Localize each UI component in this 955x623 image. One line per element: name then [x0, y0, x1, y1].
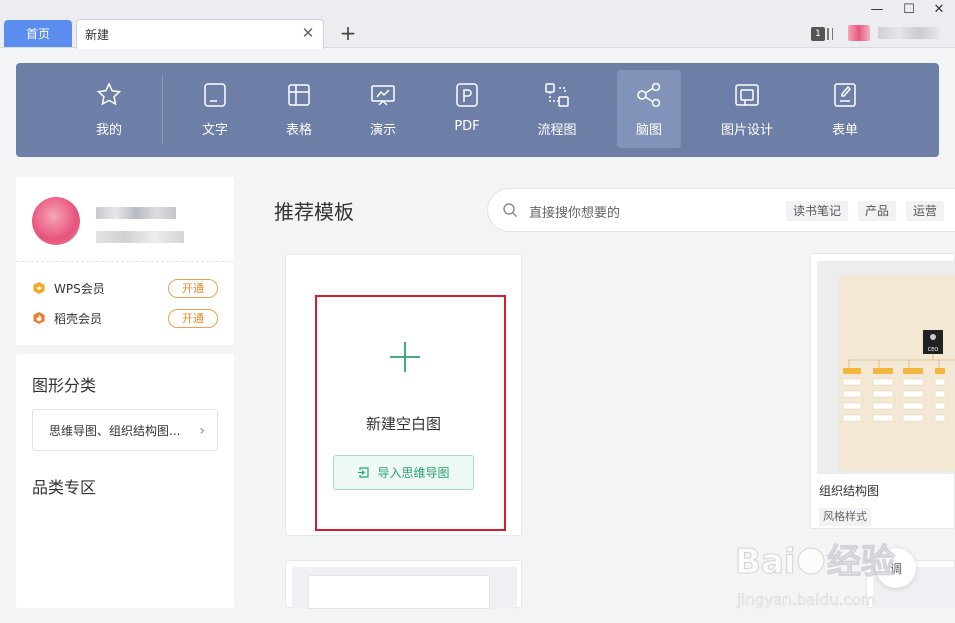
- category-select-value: 思维导图、组织结构图...: [49, 423, 181, 438]
- profile-card: WPS会员 开通 稻壳会员 开通: [16, 177, 234, 345]
- form-icon: [834, 83, 856, 107]
- title-bar: 首页 新建 ✕ + 1 — ☐ ✕: [0, 0, 955, 49]
- minimize-icon[interactable]: —: [870, 2, 884, 17]
- svg-text:jingyan.baidu.com: jingyan.baidu.com: [736, 591, 875, 609]
- presentation-icon: [371, 85, 395, 106]
- chevron-right-icon: ›: [199, 423, 205, 439]
- floating-action-button[interactable]: 调: [876, 548, 916, 588]
- tool-presentation-label: 演示: [369, 123, 396, 138]
- docer-member-open-button[interactable]: 开通: [168, 309, 218, 328]
- search-placeholder: 直接搜你想要的: [529, 206, 621, 221]
- template-card-partial[interactable]: [285, 560, 522, 609]
- tool-flowchart[interactable]: 流程图: [525, 70, 589, 148]
- tool-flowchart-label: 流程图: [537, 123, 577, 138]
- flowchart-icon: [545, 83, 569, 107]
- window-count: 1: [811, 27, 825, 41]
- app-toolbar: 我的 文字 表格 演示 PDF 流程图 脑图 图片设计 表单: [16, 63, 939, 157]
- template-thumbnail: CEO: [817, 261, 955, 474]
- user-name-blurred: [878, 27, 940, 39]
- category-title: 图形分类: [32, 376, 97, 395]
- toolbar-divider: [162, 75, 163, 145]
- tool-writer-label: 文字: [201, 123, 228, 138]
- tool-pdf[interactable]: PDF: [435, 70, 499, 148]
- maximize-icon[interactable]: ☐: [902, 2, 916, 17]
- tab-close-icon[interactable]: ✕: [301, 26, 315, 41]
- tool-mine[interactable]: 我的: [77, 70, 141, 148]
- profile-divider: [16, 261, 234, 262]
- search-icon: [503, 203, 517, 217]
- tool-image-design-label: 图片设计: [720, 123, 773, 138]
- tab-home[interactable]: 首页: [4, 20, 72, 47]
- highlight-box: [315, 295, 506, 531]
- category-select[interactable]: 思维导图、组织结构图... ›: [32, 409, 218, 451]
- tool-sheet-label: 表格: [285, 123, 312, 138]
- username-blurred: [96, 207, 176, 219]
- add-tab-icon[interactable]: +: [338, 22, 358, 44]
- search-tag[interactable]: 产品: [858, 201, 897, 221]
- svg-text:Bai: Bai: [735, 542, 796, 582]
- tool-form-label: 表单: [831, 123, 858, 138]
- doc-icon: [204, 83, 226, 107]
- wps-member-label: WPS会员: [54, 281, 105, 296]
- template-search[interactable]: 直接搜你想要的 读书笔记 产品 运营: [487, 188, 955, 232]
- tool-sheet[interactable]: 表格: [267, 70, 331, 148]
- section-title: 推荐模板: [274, 200, 354, 224]
- tab-new-label: 新建: [85, 28, 110, 42]
- pdf-icon: [456, 83, 478, 107]
- tool-presentation[interactable]: 演示: [351, 70, 415, 148]
- wps-member-row: WPS会员 开通: [32, 278, 218, 298]
- avatar[interactable]: [32, 197, 80, 245]
- window-count-badge[interactable]: 1: [811, 27, 833, 41]
- mindmap-icon: [637, 82, 661, 108]
- template-style-badge: 风格样式: [819, 508, 871, 526]
- tool-form[interactable]: 表单: [813, 70, 877, 148]
- template-page-preview: [308, 575, 490, 609]
- tool-mine-label: 我的: [95, 123, 122, 138]
- tool-mindmap-label: 脑图: [635, 123, 662, 138]
- template-name: 组织结构图: [819, 484, 880, 498]
- tool-pdf-label: PDF: [454, 119, 480, 134]
- flame-icon: [33, 312, 45, 324]
- wps-member-open-button[interactable]: 开通: [168, 279, 218, 298]
- crown-icon: [33, 282, 45, 294]
- tool-image-design[interactable]: 图片设计: [715, 70, 779, 148]
- docer-member-row: 稻壳会员 开通: [32, 308, 218, 328]
- table-icon: [288, 84, 310, 106]
- search-tag[interactable]: 读书笔记: [786, 201, 849, 221]
- docer-member-label: 稻壳会员: [54, 311, 103, 326]
- star-icon: [96, 82, 122, 106]
- org-chart-preview: CEO: [842, 330, 955, 422]
- category-zone-title: 品类专区: [32, 478, 97, 497]
- tab-new[interactable]: 新建 ✕: [76, 19, 324, 49]
- ceo-label: CEO: [928, 347, 939, 353]
- window-stack-icon: [827, 28, 833, 40]
- category-card: 图形分类 思维导图、组织结构图... › 品类专区: [16, 354, 234, 608]
- user-account-chip[interactable]: [848, 24, 942, 42]
- search-tag[interactable]: 运营: [906, 201, 945, 221]
- template-paper: CEO: [839, 275, 955, 471]
- image-design-icon: [735, 84, 759, 106]
- tool-writer[interactable]: 文字: [183, 70, 247, 148]
- userid-blurred: [96, 231, 184, 243]
- tool-mindmap[interactable]: 脑图: [617, 70, 681, 148]
- close-window-icon[interactable]: ✕: [932, 2, 946, 17]
- template-card-org-chart[interactable]: CEO 组织结构图 风格样式: [810, 253, 955, 529]
- user-avatar: [848, 25, 870, 41]
